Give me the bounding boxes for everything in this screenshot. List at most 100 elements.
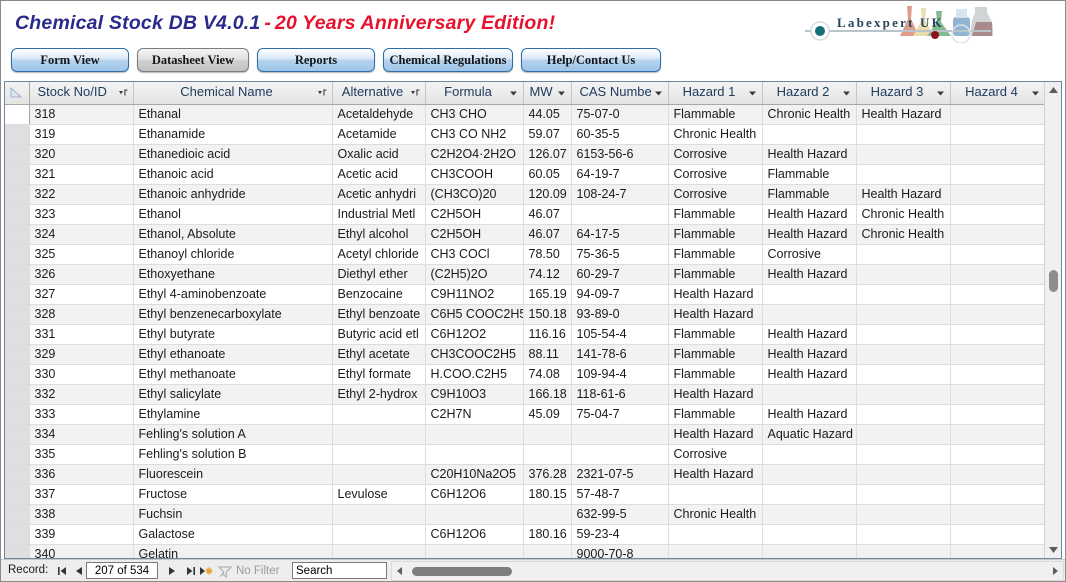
cell-mw[interactable]: 120.09 — [523, 184, 572, 205]
cell-hazard-1[interactable]: Corrosive — [668, 144, 763, 165]
cell-hazard-4[interactable] — [950, 164, 1044, 185]
row-selector[interactable] — [5, 244, 30, 265]
cell-formula[interactable]: CH3 CHO — [425, 104, 524, 125]
cell-hazard-4[interactable] — [950, 404, 1044, 425]
cell-alternative[interactable]: Ethyl alcohol — [332, 224, 426, 245]
cell-alternative[interactable]: Acetaldehyde — [332, 104, 426, 125]
row-selector[interactable] — [5, 384, 30, 405]
cell-mw[interactable] — [523, 444, 572, 465]
row-selector[interactable] — [5, 464, 30, 485]
cell-chemical-name[interactable]: Ethanoic acid — [133, 164, 333, 185]
cell-hazard-3[interactable] — [856, 524, 951, 545]
cell-hazard-4[interactable] — [950, 124, 1044, 145]
column-header-alternative[interactable]: Alternative — [332, 82, 426, 105]
cell-stock-no-id[interactable]: 320 — [29, 144, 134, 165]
next-record-button[interactable] — [164, 563, 180, 579]
cell-stock-no-id[interactable]: 318 — [29, 104, 134, 125]
table-row[interactable]: 324 Ethanol, Absolute Ethyl alcohol C2H5OH 4… — [5, 224, 1044, 245]
cell-hazard-4[interactable] — [950, 204, 1044, 225]
cell-alternative[interactable]: Ethyl benzoate — [332, 304, 426, 325]
chemical-regulations-button[interactable]: Chemical Regulations — [383, 48, 513, 72]
cell-mw[interactable]: 376.28 — [523, 464, 572, 485]
cell-formula[interactable] — [425, 544, 524, 558]
column-header-hazard-2[interactable]: Hazard 2 — [762, 82, 857, 105]
cell-chemical-name[interactable]: Fehling's solution A — [133, 424, 333, 445]
cell-hazard-3[interactable] — [856, 244, 951, 265]
row-selector[interactable] — [5, 264, 30, 285]
cell-stock-no-id[interactable]: 321 — [29, 164, 134, 185]
table-row[interactable]: 333 Ethylamine C2H7N 45.09 75-04-7 Flammable H… — [5, 404, 1044, 425]
cell-alternative[interactable]: Benzocaine — [332, 284, 426, 305]
table-row[interactable]: 328 Ethyl benzenecarboxylate Ethyl benzoat… — [5, 304, 1044, 325]
cell-chemical-name[interactable]: Fehling's solution B — [133, 444, 333, 465]
cell-hazard-2[interactable]: Health Hazard — [762, 144, 857, 165]
cell-mw[interactable]: 46.07 — [523, 224, 572, 245]
cell-cas-numbe[interactable]: 108-24-7 — [571, 184, 669, 205]
cell-hazard-4[interactable] — [950, 144, 1044, 165]
cell-hazard-3[interactable] — [856, 404, 951, 425]
cell-cas-numbe[interactable]: 75-04-7 — [571, 404, 669, 425]
cell-hazard-3[interactable] — [856, 344, 951, 365]
cell-hazard-2[interactable]: Health Hazard — [762, 404, 857, 425]
scroll-right-arrow[interactable] — [1047, 562, 1063, 580]
scroll-left-arrow[interactable] — [392, 562, 408, 580]
cell-chemical-name[interactable]: Fuchsin — [133, 504, 333, 525]
cell-stock-no-id[interactable]: 336 — [29, 464, 134, 485]
cell-hazard-3[interactable] — [856, 544, 951, 558]
cell-hazard-2[interactable] — [762, 464, 857, 485]
cell-mw[interactable]: 74.08 — [523, 364, 572, 385]
cell-hazard-3[interactable] — [856, 364, 951, 385]
search-input[interactable]: Search — [292, 562, 387, 579]
reports-button[interactable]: Reports — [257, 48, 375, 72]
cell-alternative[interactable] — [332, 504, 426, 525]
previous-record-button[interactable] — [71, 563, 87, 579]
cell-hazard-2[interactable] — [762, 124, 857, 145]
cell-formula[interactable]: C9H10O3 — [425, 384, 524, 405]
cell-stock-no-id[interactable]: 324 — [29, 224, 134, 245]
cell-hazard-3[interactable] — [856, 384, 951, 405]
cell-hazard-3[interactable] — [856, 164, 951, 185]
cell-cas-numbe[interactable]: 59-23-4 — [571, 524, 669, 545]
horizontal-scrollbar[interactable] — [391, 561, 1064, 581]
cell-hazard-2[interactable]: Flammable — [762, 164, 857, 185]
cell-cas-numbe[interactable]: 57-48-7 — [571, 484, 669, 505]
cell-stock-no-id[interactable]: 331 — [29, 324, 134, 345]
cell-stock-no-id[interactable]: 332 — [29, 384, 134, 405]
table-row[interactable]: 332 Ethyl salicylate Ethyl 2-hydrox C9H10O3… — [5, 384, 1044, 405]
row-selector[interactable] — [5, 144, 30, 165]
cell-chemical-name[interactable]: Ethyl salicylate — [133, 384, 333, 405]
cell-alternative[interactable]: Acetic anhydri — [332, 184, 426, 205]
cell-alternative[interactable]: Ethyl acetate — [332, 344, 426, 365]
cell-hazard-4[interactable] — [950, 524, 1044, 545]
row-selector[interactable] — [5, 304, 30, 325]
table-row[interactable]: 322 Ethanoic anhydride Acetic anhydri (CH3C… — [5, 184, 1044, 205]
cell-hazard-2[interactable] — [762, 504, 857, 525]
last-record-button[interactable] — [182, 563, 198, 579]
cell-cas-numbe[interactable]: 118-61-6 — [571, 384, 669, 405]
cell-hazard-2[interactable]: Health Hazard — [762, 224, 857, 245]
cell-mw[interactable]: 60.05 — [523, 164, 572, 185]
cell-mw[interactable]: 126.07 — [523, 144, 572, 165]
cell-chemical-name[interactable]: Ethanol — [133, 204, 333, 225]
cell-chemical-name[interactable]: Fructose — [133, 484, 333, 505]
cell-alternative[interactable]: Ethyl formate — [332, 364, 426, 385]
row-selector[interactable] — [5, 164, 30, 185]
table-row[interactable]: 321 Ethanoic acid Acetic acid CH3COOH 60.05 6… — [5, 164, 1044, 185]
table-row[interactable]: 325 Ethanoyl chloride Acetyl chloride CH3 C… — [5, 244, 1044, 265]
cell-formula[interactable]: H.COO.C2H5 — [425, 364, 524, 385]
row-selector[interactable] — [5, 524, 30, 545]
cell-alternative[interactable] — [332, 404, 426, 425]
filter-status-button[interactable]: No Filter — [213, 562, 288, 579]
cell-hazard-2[interactable]: Flammable — [762, 184, 857, 205]
cell-mw[interactable]: 44.05 — [523, 104, 572, 125]
cell-alternative[interactable] — [332, 424, 426, 445]
cell-hazard-2[interactable] — [762, 544, 857, 558]
row-selector[interactable] — [5, 224, 30, 245]
cell-cas-numbe[interactable]: 632-99-5 — [571, 504, 669, 525]
cell-cas-numbe[interactable]: 60-35-5 — [571, 124, 669, 145]
cell-hazard-3[interactable] — [856, 264, 951, 285]
cell-hazard-2[interactable] — [762, 284, 857, 305]
new-record-button[interactable] — [198, 563, 214, 579]
table-row[interactable]: 335 Fehling's solution B Corrosive — [5, 444, 1044, 465]
cell-mw[interactable]: 45.09 — [523, 404, 572, 425]
